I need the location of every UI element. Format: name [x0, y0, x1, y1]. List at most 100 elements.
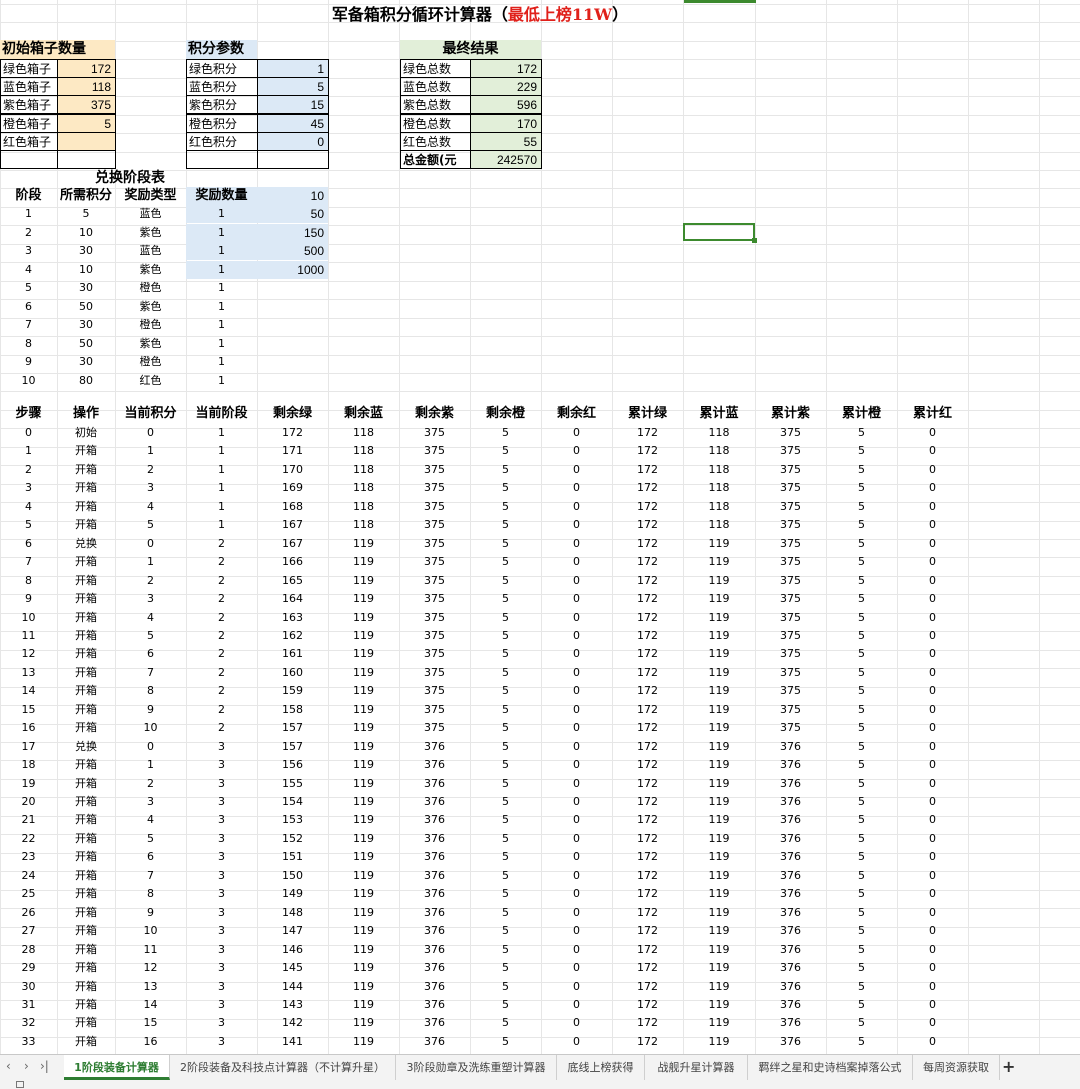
steps-cell: 376: [424, 1016, 445, 1029]
steps-cell: 开箱: [75, 850, 97, 863]
sheet-tab[interactable]: 每周资源获取: [913, 1055, 1000, 1080]
steps-cell: 2: [147, 574, 154, 587]
steps-cell: 0: [929, 481, 936, 494]
result-value[interactable]: 229: [470, 77, 542, 96]
param-value[interactable]: 0: [257, 132, 329, 151]
sheet-tab[interactable]: 羁绊之星和史诗档案掉落公式: [748, 1055, 913, 1080]
steps-header: 当前积分: [124, 406, 177, 421]
steps-cell: 172: [637, 684, 658, 697]
steps-cell: 1: [218, 481, 225, 494]
steps-cell: 5: [502, 998, 509, 1011]
steps-cell: 375: [780, 721, 801, 734]
steps-cell: 0: [929, 813, 936, 826]
sheet-tab[interactable]: 3阶段勋章及洗练重塑计算器: [396, 1055, 557, 1080]
steps-cell: 开箱: [75, 777, 97, 790]
result-value[interactable]: 55: [470, 132, 542, 151]
init-box-value[interactable]: 5: [57, 114, 116, 133]
steps-cell: 8: [147, 684, 154, 697]
steps-cell: 5: [502, 795, 509, 808]
init-box-empty[interactable]: [0, 150, 58, 169]
steps-cell: 1: [147, 444, 154, 457]
total-amount-value[interactable]: 242570: [470, 150, 542, 169]
steps-cell: 5: [147, 629, 154, 642]
init-box-value[interactable]: 172: [57, 59, 116, 78]
result-label: 红色总数: [400, 132, 471, 151]
init-box-value[interactable]: [57, 132, 116, 151]
steps-cell: 0: [929, 684, 936, 697]
steps-header: 累计红: [912, 406, 952, 421]
steps-cell: 119: [353, 869, 374, 882]
exchange-cell: 橙色: [139, 318, 162, 331]
steps-cell: 119: [708, 555, 730, 568]
add-sheet-icon[interactable]: +: [1002, 1057, 1015, 1076]
steps-cell: 5: [502, 647, 509, 660]
result-value[interactable]: 170: [470, 114, 542, 133]
sheet-tab[interactable]: 2阶段装备及科技点计算器（不计算升星）: [170, 1055, 396, 1080]
steps-cell: 376: [424, 832, 445, 845]
steps-cell: 119: [353, 906, 374, 919]
steps-cell: 119: [708, 592, 730, 605]
steps-cell: 0: [573, 721, 580, 734]
init-box-value[interactable]: 375: [57, 95, 116, 114]
steps-cell: 13: [21, 666, 36, 679]
steps-cell: 3: [218, 758, 225, 771]
param-value[interactable]: 15: [257, 95, 329, 114]
steps-cell: 5: [502, 887, 509, 900]
result-value[interactable]: 596: [470, 95, 542, 114]
steps-cell: 172: [637, 647, 658, 660]
steps-cell: 119: [708, 887, 730, 900]
param-value[interactable]: 45: [257, 114, 329, 133]
exchange-cell: 1: [25, 207, 32, 220]
steps-cell: 5: [858, 481, 865, 494]
param-value[interactable]: 1: [257, 59, 329, 78]
steps-cell: 119: [353, 537, 374, 550]
last-sheet-icon[interactable]: ›|: [40, 1059, 49, 1073]
steps-cell: 375: [780, 481, 801, 494]
steps-cell: 118: [353, 500, 374, 513]
param-empty[interactable]: [186, 150, 258, 169]
steps-cell: 376: [780, 850, 801, 863]
steps-cell: 119: [708, 943, 730, 956]
steps-cell: 3: [218, 924, 225, 937]
steps-cell: 144: [282, 980, 303, 993]
steps-cell: 5: [858, 574, 865, 587]
steps-cell: 375: [424, 703, 445, 716]
steps-cell: 119: [353, 924, 374, 937]
steps-cell: 119: [353, 980, 374, 993]
init-box-empty[interactable]: [57, 150, 116, 169]
steps-cell: 376: [424, 740, 445, 753]
exchange-cell: 50: [79, 337, 93, 350]
steps-cell: 开箱: [75, 444, 97, 457]
steps-cell: 0: [573, 869, 580, 882]
steps-cell: 开箱: [75, 500, 97, 513]
steps-cell: 5: [858, 961, 865, 974]
steps-cell: 0: [573, 666, 580, 679]
steps-cell: 118: [708, 426, 730, 439]
steps-cell: 119: [708, 850, 730, 863]
exchange-cell: 30: [79, 318, 93, 331]
prev-sheet-icon[interactable]: ‹: [6, 1059, 11, 1073]
steps-cell: 375: [424, 481, 445, 494]
steps-cell: 119: [353, 721, 374, 734]
selected-cell[interactable]: [683, 223, 757, 243]
sheet-tab[interactable]: 战舰升星计算器: [645, 1055, 748, 1080]
init-box-value[interactable]: 118: [57, 77, 116, 96]
steps-cell: 172: [637, 592, 658, 605]
param-value[interactable]: 5: [257, 77, 329, 96]
steps-cell: 0: [573, 703, 580, 716]
steps-cell: 5: [502, 426, 509, 439]
steps-cell: 5: [502, 481, 509, 494]
sheet-tab[interactable]: 底线上榜获得: [557, 1055, 645, 1080]
steps-cell: 376: [424, 924, 445, 937]
sheet-tab[interactable]: 1阶段装备计算器: [64, 1055, 170, 1080]
param-label: 橙色积分: [186, 114, 258, 133]
spreadsheet-grid[interactable]: 军备箱积分循环计算器（最低上榜11W） 初始箱子数量 绿色箱子 172 蓝色箱子 11…: [0, 0, 1080, 1054]
steps-cell: 167: [282, 518, 303, 531]
next-sheet-icon[interactable]: ›: [24, 1059, 29, 1073]
steps-cell: 5: [858, 426, 865, 439]
steps-header: 剩余紫: [414, 406, 454, 421]
result-value[interactable]: 172: [470, 59, 542, 78]
param-label: 蓝色积分: [186, 77, 258, 96]
param-empty[interactable]: [257, 150, 329, 169]
steps-cell: 16: [143, 1035, 158, 1048]
